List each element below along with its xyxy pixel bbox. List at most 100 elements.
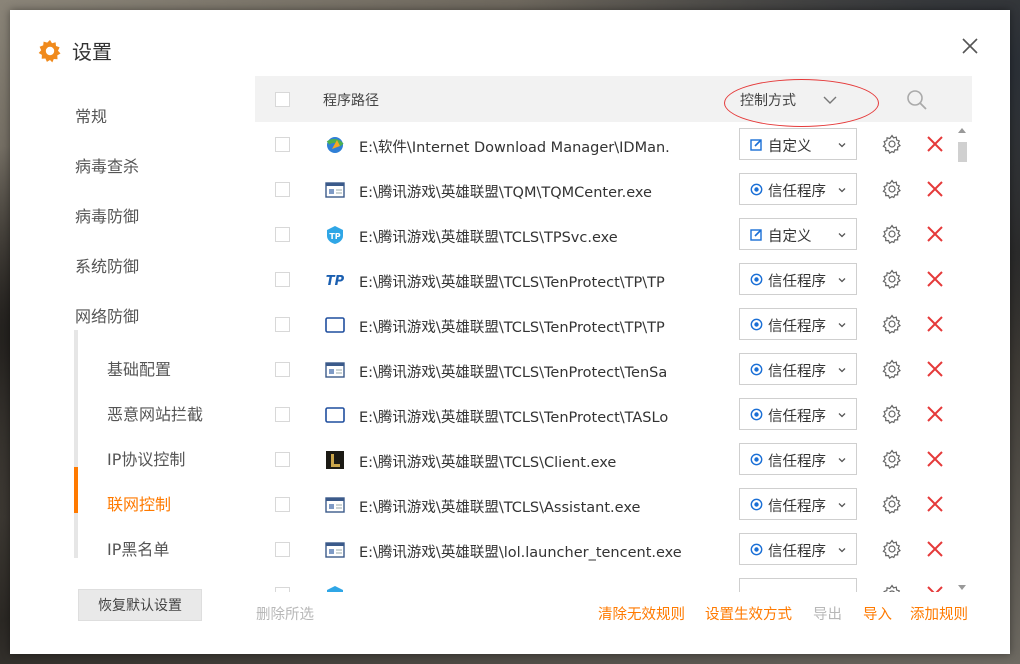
delete-x-icon[interactable] — [924, 223, 946, 245]
control-mode-value: 自定义 — [768, 139, 812, 155]
window-app-icon — [325, 362, 345, 378]
gear-icon[interactable] — [881, 178, 903, 200]
control-mode-select[interactable]: 信任程序 — [739, 533, 857, 565]
gear-icon[interactable] — [881, 313, 903, 335]
gear-icon[interactable] — [881, 133, 903, 155]
control-mode-select[interactable]: 信任程序 — [739, 173, 857, 205]
row-checkbox[interactable] — [275, 272, 290, 287]
gear-icon — [38, 40, 61, 63]
row-checkbox[interactable] — [275, 407, 290, 422]
radio-dot-icon — [750, 498, 763, 511]
sidebar-subitem-network-control[interactable]: 联网控制 — [107, 491, 171, 515]
tp-badge-icon: TP — [327, 226, 343, 244]
control-mode-select[interactable]: 信任程序 — [739, 353, 857, 385]
set-effective-mode-link[interactable]: 设置生效方式 — [705, 603, 792, 624]
add-rule-link[interactable]: 添加规则 — [910, 603, 968, 624]
submenu-track — [74, 330, 78, 558]
delete-x-icon[interactable] — [924, 583, 946, 592]
program-path: E:\腾讯游戏\英雄联盟\TQM\TQMCenter.exe — [359, 185, 652, 201]
scroll-thumb[interactable] — [958, 142, 967, 162]
row-checkbox[interactable] — [275, 362, 290, 377]
row-checkbox[interactable] — [275, 137, 290, 152]
gear-icon[interactable] — [881, 583, 903, 592]
delete-x-icon[interactable] — [924, 403, 946, 425]
gear-icon[interactable] — [881, 358, 903, 380]
import-link[interactable]: 导入 — [863, 603, 892, 624]
delete-x-icon[interactable] — [924, 538, 946, 560]
sidebar-item-virus-defense[interactable]: 病毒防御 — [75, 203, 139, 227]
vertical-scrollbar[interactable] — [956, 126, 968, 596]
scroll-up-arrow-icon[interactable] — [958, 126, 966, 136]
scroll-down-arrow-icon[interactable] — [958, 582, 966, 592]
chevron-down-icon — [838, 188, 846, 193]
gear-icon[interactable] — [881, 493, 903, 515]
sidebar-subitem-malicious-site-block[interactable]: 恶意网站拦截 — [107, 401, 203, 425]
tp-logo-icon: TP — [325, 272, 345, 289]
control-mode-select[interactable]: 信任程序 — [739, 308, 857, 340]
select-all-checkbox[interactable] — [275, 92, 290, 107]
table-header: 程序路径 控制方式 — [255, 76, 972, 122]
delete-x-icon[interactable] — [924, 178, 946, 200]
control-mode-select[interactable]: 信任程序 — [739, 398, 857, 430]
gear-icon[interactable] — [881, 403, 903, 425]
row-checkbox[interactable] — [275, 497, 290, 512]
row-checkbox[interactable] — [275, 182, 290, 197]
table-row: E:\腾讯游戏\英雄联盟\TCLS\Client.exe 信任程序 — [255, 437, 972, 482]
table-row: TP E:\腾讯游戏\英雄联盟\TCLS\TPSvc.exe 自定义 — [255, 212, 972, 257]
sidebar-item-general[interactable]: 常规 — [75, 103, 107, 127]
close-icon[interactable] — [958, 34, 982, 58]
chevron-down-icon — [838, 233, 846, 238]
sidebar-subitem-basic-config[interactable]: 基础配置 — [107, 356, 171, 380]
delete-selected-link[interactable]: 删除所选 — [256, 603, 314, 624]
tp-badge-icon: TP — [327, 586, 343, 592]
radio-dot-icon — [750, 543, 763, 556]
control-mode-value: 信任程序 — [768, 184, 826, 200]
control-mode-select[interactable]: 信任程序 — [739, 488, 857, 520]
sidebar-subitem-ip-protocol-control[interactable]: IP协议控制 — [107, 446, 185, 470]
control-mode-select[interactable]: 自定义 — [739, 218, 857, 250]
row-checkbox[interactable] — [275, 317, 290, 332]
search-icon[interactable] — [905, 88, 929, 112]
delete-x-icon[interactable] — [924, 493, 946, 515]
blank-window-icon — [325, 317, 345, 333]
idm-globe-icon — [326, 137, 344, 153]
gear-icon[interactable] — [881, 268, 903, 290]
gear-icon[interactable] — [881, 448, 903, 470]
table-row: E:\腾讯游戏\英雄联盟\TQM\TQMCenter.exe 信任程序 — [255, 167, 972, 212]
export-link[interactable]: 导出 — [813, 603, 842, 624]
sidebar-subitem-ip-blacklist[interactable]: IP黑名单 — [107, 536, 169, 560]
control-mode-value: 自定义 — [768, 229, 812, 245]
delete-x-icon[interactable] — [924, 313, 946, 335]
control-mode-select[interactable]: 信任程序 — [739, 443, 857, 475]
chevron-down-icon — [838, 503, 846, 508]
control-mode-select[interactable]: 自定义 — [739, 128, 857, 160]
delete-x-icon[interactable] — [924, 448, 946, 470]
sidebar-item-virus-scan[interactable]: 病毒查杀 — [75, 153, 139, 177]
row-checkbox[interactable] — [275, 542, 290, 557]
control-mode-value: 信任程序 — [768, 409, 826, 425]
row-checkbox[interactable] — [275, 227, 290, 242]
delete-x-icon[interactable] — [924, 268, 946, 290]
row-checkbox[interactable] — [275, 587, 290, 592]
gear-icon[interactable] — [881, 223, 903, 245]
table-row: TP — [255, 572, 972, 592]
gear-icon[interactable] — [881, 538, 903, 560]
restore-defaults-button[interactable]: 恢复默认设置 — [78, 589, 202, 621]
clear-invalid-rules-link[interactable]: 清除无效规则 — [598, 603, 685, 624]
column-header-mode[interactable]: 控制方式 — [740, 90, 796, 110]
sidebar-item-network-defense[interactable]: 网络防御 — [75, 303, 139, 327]
delete-x-icon[interactable] — [924, 358, 946, 380]
chevron-down-icon[interactable] — [818, 88, 842, 112]
sidebar-item-system-defense[interactable]: 系统防御 — [75, 253, 139, 277]
control-mode-value: 信任程序 — [768, 454, 826, 470]
column-header-path: 程序路径 — [323, 93, 379, 109]
control-mode-value: 信任程序 — [768, 364, 826, 380]
control-mode-select[interactable] — [739, 578, 857, 592]
program-path: E:\腾讯游戏\英雄联盟\lol.launcher_tencent.exe — [359, 545, 682, 561]
control-mode-select[interactable]: 信任程序 — [739, 263, 857, 295]
program-path: E:\软件\Internet Download Manager\IDMan. — [359, 140, 670, 156]
program-path: E:\腾讯游戏\英雄联盟\TCLS\TenProtect\TASLo — [359, 410, 669, 426]
control-mode-value: 信任程序 — [768, 319, 826, 335]
delete-x-icon[interactable] — [924, 133, 946, 155]
row-checkbox[interactable] — [275, 452, 290, 467]
